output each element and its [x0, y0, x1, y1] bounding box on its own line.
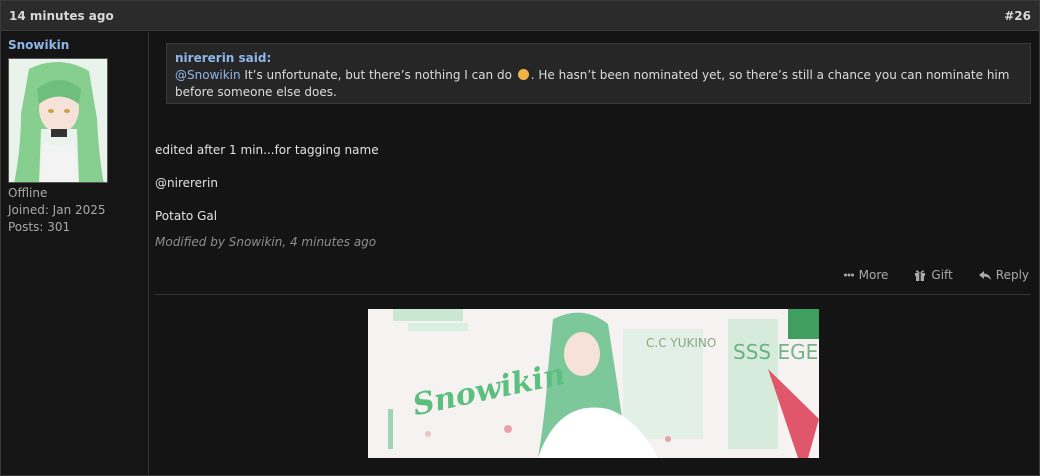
reply-button[interactable]: Reply — [978, 268, 1029, 282]
ellipsis-icon — [843, 273, 854, 277]
avatar[interactable] — [8, 58, 108, 183]
user-joined: Joined: Jan 2025 — [8, 203, 106, 217]
reply-icon — [978, 270, 991, 280]
user-status: Offline — [8, 186, 48, 200]
signature-banner: Snowikin C.C YUKINO SSS EGE USS — [368, 309, 819, 458]
post-header: 14 minutes ago #26 — [1, 1, 1039, 31]
potato-gal-link[interactable]: Potato Gal — [155, 209, 217, 223]
signature-banner-image: Snowikin C.C YUKINO SSS EGE USS — [368, 309, 819, 458]
sad-emoji-icon — [517, 69, 529, 80]
post-actions: More Gift Reply — [843, 268, 1029, 282]
post-text-line: edited after 1 min...for tagging name — [155, 143, 379, 157]
quote-mention-link[interactable]: @Snowikin — [175, 68, 241, 82]
quote-text-part1: It’s unfortunate, but there’s nothing I … — [240, 68, 516, 82]
signature-divider — [155, 294, 1031, 295]
forum-post: 14 minutes ago #26 Snowikin Offline Join… — [0, 0, 1040, 476]
username-link[interactable]: Snowikin — [8, 38, 148, 52]
more-button[interactable]: More — [843, 268, 889, 282]
reply-label: Reply — [995, 268, 1029, 282]
post-body: Snowikin Offline Joined: Jan 2025 Posts:… — [1, 32, 1039, 475]
banner-side-text: SSS EGE USS — [733, 340, 819, 364]
user-post-count: Posts: 301 — [8, 220, 71, 234]
mention-link[interactable]: @nirererin — [155, 176, 218, 190]
gift-label: Gift — [931, 268, 953, 282]
post-content: nirererin said: @Snowikin It’s unfortuna… — [149, 32, 1039, 475]
banner-top-text: C.C YUKINO — [646, 336, 716, 350]
quote-author: nirererin said: — [175, 51, 272, 65]
quote-block: nirererin said: @Snowikin It’s unfortuna… — [166, 43, 1031, 104]
gift-icon — [915, 270, 926, 281]
more-label: More — [858, 268, 889, 282]
user-info-panel: Snowikin Offline Joined: Jan 2025 Posts:… — [1, 32, 149, 475]
post-timestamp: 14 minutes ago — [9, 8, 114, 23]
post-number-link[interactable]: #26 — [1004, 9, 1031, 23]
modified-note: Modified by Snowikin, 4 minutes ago — [155, 235, 377, 249]
avatar-image — [9, 59, 107, 182]
quote-text: @Snowikin It’s unfortunate, but there’s … — [175, 67, 1022, 101]
gift-button[interactable]: Gift — [914, 268, 953, 282]
